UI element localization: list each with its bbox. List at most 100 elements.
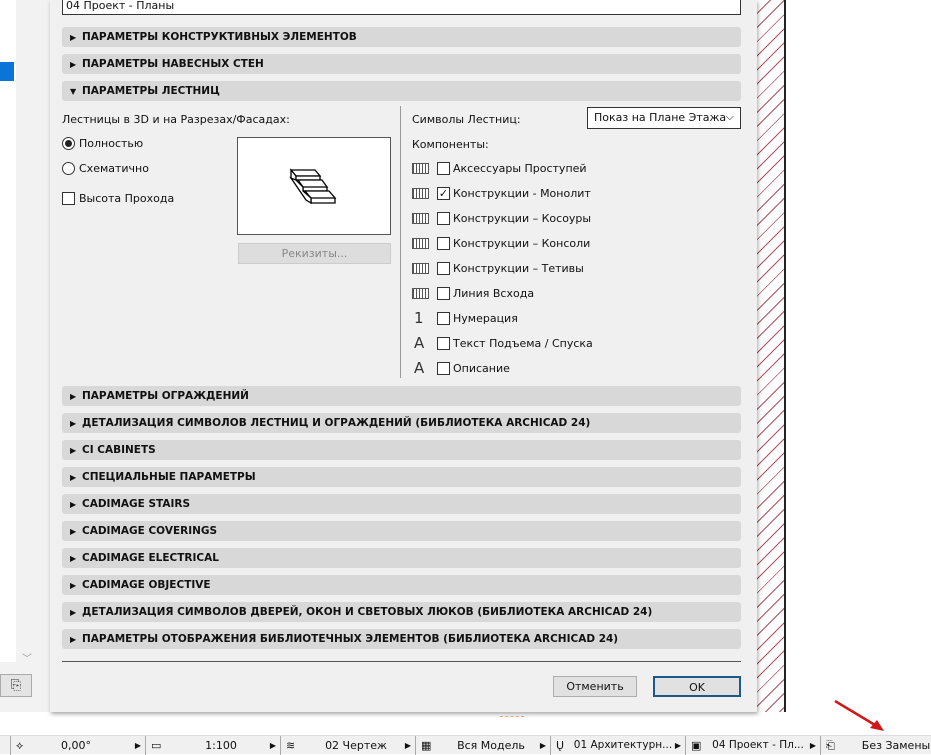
name-field[interactable]: 04 Проект - Планы (62, 0, 741, 15)
column-divider (400, 106, 401, 378)
component-checkbox[interactable] (437, 287, 450, 300)
arrow-right-icon: ▶ (809, 741, 816, 750)
section-label: ПАРАМЕТРЫ НАВЕСНЫХ СТЕН (82, 58, 264, 70)
section-header[interactable]: ▶ ДЕТАЛИЗАЦИЯ СИМВОЛОВ ЛЕСТНИЦ И ОГРАЖДЕН… (62, 413, 741, 433)
component-checkbox[interactable] (437, 312, 450, 325)
navigator-list[interactable] (0, 0, 16, 662)
side-stringer-icon (412, 263, 429, 274)
section-label: СПЕЦИАЛЬНЫЕ ПАРАМЕТРЫ (82, 471, 256, 483)
section-header[interactable]: ▶ ПАРАМЕТРЫ КОНСТРУКТИВНЫХ ЭЛЕМЕНТОВ (62, 27, 741, 47)
collapsed-triangle-icon: ▶ (70, 419, 77, 428)
chevron-down-icon: ⌵ (725, 110, 734, 123)
export-icon: ⎘ (10, 678, 22, 693)
override-value: Без Замены (861, 739, 931, 752)
view-value: 04 Проект - Пл... (712, 739, 804, 751)
cancel-button[interactable]: Отменить (553, 676, 637, 697)
stair-symbols-label: Символы Лестниц: (412, 113, 521, 126)
collapsed-triangle-icon: ▶ (70, 473, 77, 482)
scroll-down-icon[interactable]: ﹀ (22, 650, 32, 665)
model-value: Вся Модель (457, 739, 525, 752)
scale-control[interactable]: ▭ 1:100 ▶ (145, 736, 280, 755)
collapsed-triangle-icon: ▶ (70, 635, 77, 644)
section-label: CADIMAGE OBJECTIVE (82, 579, 211, 591)
text-icon: A (414, 334, 425, 352)
section-label: ДЕТАЛИЗАЦИЯ СИМВОЛОВ ЛЕСТНИЦ И ОГРАЖДЕНИ… (82, 417, 591, 429)
monolithic-structure-icon (412, 188, 429, 199)
navigator-selected-item[interactable] (0, 62, 14, 81)
radio-schematic-label: Схематично (79, 162, 149, 175)
component-checkbox[interactable] (437, 362, 450, 375)
drawing-marker (500, 716, 524, 717)
section-label: CI CABINETS (82, 444, 156, 456)
component-checkbox[interactable] (437, 212, 450, 225)
stair-preview-icon (289, 168, 337, 205)
radio-full-label: Полностью (79, 137, 144, 150)
collapsed-triangle-icon: ▶ (70, 446, 77, 455)
section-label: ПАРАМЕТРЫ КОНСТРУКТИВНЫХ ЭЛЕМЕНТОВ (82, 31, 357, 43)
collapsed-triangle-icon: ▶ (70, 33, 77, 42)
section-header[interactable]: ▶ ПАРАМЕТРЫ ОГРАЖДЕНИЙ (62, 386, 741, 406)
annotation-arrow-icon (834, 700, 884, 731)
collapsed-triangle-icon: ▶ (70, 500, 77, 509)
pen-set-control[interactable]: Ų 01 Архитектурн... ▶ (550, 736, 685, 755)
drawing-hatch-wall (757, 0, 785, 712)
section-header[interactable]: ▶ CADIMAGE OBJECTIVE (62, 575, 741, 595)
view-icon: ▣ (691, 739, 702, 752)
section-header[interactable]: ▶ CADIMAGE ELECTRICAL (62, 548, 741, 568)
stairs-mode-label: Лестницы в 3D и на Разрезах/Фасадах: (62, 113, 290, 126)
section-label: CADIMAGE COVERINGS (82, 525, 218, 537)
section-label: ПАРАМЕТРЫ ОГРАЖДЕНИЙ (82, 390, 249, 402)
arrow-right-icon: ▶ (134, 741, 141, 750)
footer-divider (62, 661, 741, 662)
section-header[interactable]: ▶ ПАРАМЕТРЫ ОТОБРАЖЕНИЯ БИБЛИОТЕЧНЫХ ЭЛЕМ… (62, 629, 741, 649)
section-header[interactable]: ▶ CI CABINETS (62, 440, 741, 460)
component-checkbox[interactable] (437, 262, 450, 275)
numbering-icon: 1 (414, 309, 424, 327)
component-label: Текст Подъема / Спуска (453, 337, 593, 350)
stair-preview (237, 137, 391, 235)
cantilever-structure-icon (412, 238, 429, 249)
ruler-icon: ▭ (151, 739, 162, 752)
section-header[interactable]: ▶ ПАРАМЕТРЫ НАВЕСНЫХ СТЕН (62, 54, 741, 74)
section-header[interactable]: ▶ СПЕЦИАЛЬНЫЕ ПАРАМЕТРЫ (62, 467, 741, 487)
section-label: ДЕТАЛИЗАЦИЯ СИМВОЛОВ ДВЕРЕЙ, ОКОН И СВЕТ… (82, 606, 653, 618)
export-button[interactable]: ⎘ (0, 674, 32, 697)
drawing-wall-line (784, 0, 786, 712)
radio-full[interactable] (62, 137, 75, 150)
model-control[interactable]: ▦ Вся Модель ▶ (415, 736, 550, 755)
component-checkbox[interactable] (437, 162, 450, 175)
angle-value: 0,00° (61, 739, 91, 752)
headroom-label: Высота Прохода (79, 192, 175, 205)
stair-symbols-select[interactable]: Показ на Плане Этажа ⌵ (587, 107, 741, 129)
ok-button[interactable]: OK (653, 676, 741, 697)
angle-control[interactable]: ⟡ 0,00° ▶ (10, 736, 145, 755)
section-label: ПАРАМЕТРЫ ЛЕСТНИЦ (82, 85, 220, 97)
component-checkbox[interactable]: ✓ (437, 187, 450, 200)
model-filter-icon: ▦ (421, 739, 432, 752)
stair-symbols-value: Показ на Плане Этажа (594, 111, 727, 124)
layers-control[interactable]: ≋ 02 Чертеж ▶ (280, 736, 415, 755)
collapsed-triangle-icon: ▶ (70, 527, 77, 536)
arrow-right-icon: ▶ (539, 741, 546, 750)
headroom-checkbox[interactable] (62, 192, 75, 205)
pen-icon: Ų (556, 739, 565, 752)
expanded-triangle-icon: ▼ (70, 87, 77, 96)
section-label: ПАРАМЕТРЫ ОТОБРАЖЕНИЯ БИБЛИОТЕЧНЫХ ЭЛЕМЕ… (82, 633, 619, 645)
section-header[interactable]: ▶ ДЕТАЛИЗАЦИЯ СИМВОЛОВ ДВЕРЕЙ, ОКОН И СВЕ… (62, 602, 741, 622)
tread-accessories-icon (412, 163, 429, 174)
component-checkbox[interactable] (437, 237, 450, 250)
text-icon: A (414, 359, 425, 377)
component-label: Аксессуары Проступей (453, 162, 587, 175)
radio-schematic[interactable] (62, 162, 75, 175)
arrow-right-icon: ▶ (269, 741, 276, 750)
arrow-right-icon: ▶ (404, 741, 411, 750)
collapsed-triangle-icon: ▶ (70, 581, 77, 590)
override-control[interactable]: ⎗ Без Замены (820, 736, 931, 755)
component-checkbox[interactable] (437, 337, 450, 350)
properties-button[interactable]: Рекизиты... (238, 243, 391, 264)
section-header[interactable]: ▶ CADIMAGE COVERINGS (62, 521, 741, 541)
section-header[interactable]: ▶ CADIMAGE STAIRS (62, 494, 741, 514)
collapsed-triangle-icon: ▶ (70, 608, 77, 617)
view-control[interactable]: ▣ 04 Проект - Пл... ▶ (685, 736, 820, 755)
section-header[interactable]: ▼ ПАРАМЕТРЫ ЛЕСТНИЦ (62, 81, 741, 101)
